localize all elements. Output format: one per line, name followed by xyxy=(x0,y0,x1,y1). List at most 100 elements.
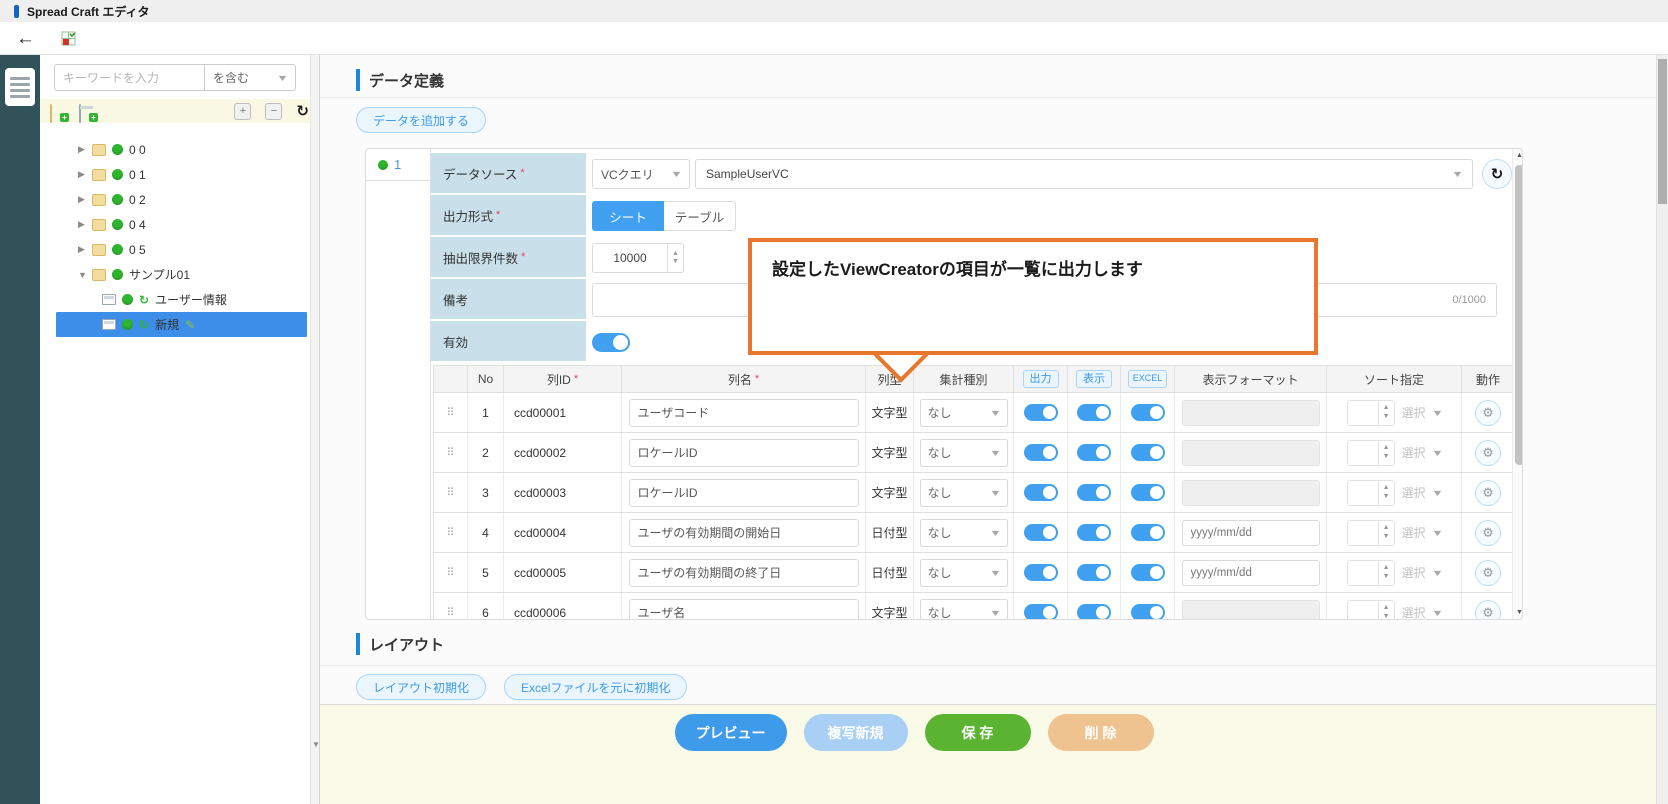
tree-item[interactable]: ↻ ユーザー情報 xyxy=(56,287,307,312)
drag-handle-icon[interactable]: ⠿ xyxy=(446,406,454,419)
col-name-input[interactable] xyxy=(629,439,859,467)
enabled-toggle[interactable] xyxy=(592,333,630,352)
spinner-icons[interactable]: ▲▼ xyxy=(1378,601,1394,621)
row-action-button[interactable]: ⚙ xyxy=(1475,600,1501,621)
spinner-icons[interactable]: ▲▼ xyxy=(1378,441,1394,465)
drag-handle-icon[interactable]: ⠿ xyxy=(446,526,454,539)
delete-button[interactable]: 削 除 xyxy=(1048,714,1154,751)
drag-handle-icon[interactable]: ⠿ xyxy=(446,566,454,579)
excel-toggle[interactable] xyxy=(1131,564,1165,581)
spinner-icons[interactable]: ▲▼ xyxy=(1378,521,1394,545)
display-toggle[interactable] xyxy=(1077,484,1111,501)
add-sheet-icon[interactable]: + xyxy=(79,105,94,118)
scroll-thumb[interactable] xyxy=(1658,59,1667,204)
display-toggle[interactable] xyxy=(1077,444,1111,461)
add-data-button[interactable]: データを追加する xyxy=(356,107,486,133)
drag-handle-icon[interactable]: ⠿ xyxy=(446,446,454,459)
sort-order-stepper[interactable]: ▲▼ xyxy=(1347,560,1395,586)
format-input[interactable] xyxy=(1182,520,1320,546)
sort-select[interactable]: 選択 xyxy=(1402,604,1426,620)
aggregate-select[interactable]: なし▼ xyxy=(920,599,1008,621)
sort-order-stepper[interactable]: ▲▼ xyxy=(1347,400,1395,426)
sort-order-stepper[interactable]: ▲▼ xyxy=(1347,600,1395,621)
excel-toggle[interactable] xyxy=(1131,604,1165,620)
aggregate-select[interactable]: なし▼ xyxy=(920,479,1008,507)
search-input[interactable] xyxy=(54,64,204,91)
spinner-icons[interactable]: ▲▼ xyxy=(1378,561,1394,585)
copy-new-button[interactable]: 複写新規 xyxy=(804,714,908,751)
tree-item[interactable]: ▶ 0 2 xyxy=(56,187,307,212)
excel-file-icon[interactable] xyxy=(61,31,76,46)
display-toggle[interactable] xyxy=(1077,604,1111,620)
scroll-down-icon[interactable]: ▼ xyxy=(1516,609,1523,616)
sort-order-stepper[interactable]: ▲▼ xyxy=(1347,440,1395,466)
output-toggle[interactable] xyxy=(1024,444,1058,461)
back-icon[interactable]: ← xyxy=(16,29,35,48)
row-action-button[interactable]: ⚙ xyxy=(1475,480,1501,506)
sort-select[interactable]: 選択 xyxy=(1402,444,1426,461)
sort-select[interactable]: 選択 xyxy=(1402,524,1426,541)
row-action-button[interactable]: ⚙ xyxy=(1475,440,1501,466)
scroll-down-icon[interactable]: ▼ xyxy=(312,740,320,749)
excel-toggle[interactable] xyxy=(1131,404,1165,421)
save-button[interactable]: 保 存 xyxy=(925,714,1031,751)
caret-down-icon[interactable]: ▼ xyxy=(78,270,86,280)
expand-all-button[interactable]: + xyxy=(234,103,251,120)
aggregate-select[interactable]: なし▼ xyxy=(920,439,1008,467)
output-table-button[interactable]: テーブル xyxy=(664,201,736,231)
caret-right-icon[interactable]: ▶ xyxy=(78,194,86,205)
datasource-type-select[interactable]: VCクエリ ▼ xyxy=(592,159,690,189)
sidebar-scrollbar[interactable]: ▼ xyxy=(310,55,319,804)
format-input[interactable] xyxy=(1182,560,1320,586)
sort-select[interactable]: 選択 xyxy=(1402,484,1426,501)
spinner-icons[interactable]: ▲▼ xyxy=(667,244,683,272)
preview-button[interactable]: プレビュー xyxy=(675,714,787,751)
excel-toggle[interactable] xyxy=(1131,484,1165,501)
row-action-button[interactable]: ⚙ xyxy=(1475,520,1501,546)
display-header-chip[interactable]: 表示 xyxy=(1076,370,1112,388)
caret-right-icon[interactable]: ▶ xyxy=(78,219,86,230)
data-tab-1[interactable]: 1 xyxy=(366,149,430,181)
layout-init-button[interactable]: レイアウト初期化 xyxy=(356,674,486,700)
drag-handle-icon[interactable]: ⠿ xyxy=(446,486,454,499)
tree-item[interactable]: ▶ 0 1 xyxy=(56,162,307,187)
aggregate-select[interactable]: なし▼ xyxy=(920,519,1008,547)
tree-refresh-icon[interactable]: ↻ xyxy=(296,104,309,119)
scroll-up-icon[interactable]: ▲ xyxy=(1516,152,1523,159)
output-toggle[interactable] xyxy=(1024,564,1058,581)
aggregate-select[interactable]: なし▼ xyxy=(920,399,1008,427)
row-action-button[interactable]: ⚙ xyxy=(1475,400,1501,426)
datasource-refresh-button[interactable]: ↻ xyxy=(1482,159,1512,189)
sort-order-stepper[interactable]: ▲▼ xyxy=(1347,480,1395,506)
tree-item[interactable]: ▼ サンプル01 xyxy=(56,262,307,287)
output-sheet-button[interactable]: シート xyxy=(592,201,664,231)
tree-item[interactable]: ▶ 0 5 xyxy=(56,237,307,262)
col-name-input[interactable] xyxy=(629,519,859,547)
search-filter-select[interactable]: を含む ▼ xyxy=(204,64,296,91)
collapse-all-button[interactable]: − xyxy=(265,103,282,120)
excel-toggle[interactable] xyxy=(1131,524,1165,541)
add-folder-icon[interactable]: + xyxy=(50,105,65,118)
display-toggle[interactable] xyxy=(1077,564,1111,581)
output-toggle[interactable] xyxy=(1024,404,1058,421)
col-name-input[interactable] xyxy=(629,479,859,507)
display-toggle[interactable] xyxy=(1077,404,1111,421)
excel-init-button[interactable]: Excelファイルを元に初期化 xyxy=(504,674,687,700)
aggregate-select[interactable]: なし▼ xyxy=(920,559,1008,587)
limit-stepper[interactable]: 10000 ▲▼ xyxy=(592,243,684,273)
caret-right-icon[interactable]: ▶ xyxy=(78,144,86,155)
scroll-thumb[interactable] xyxy=(1515,165,1523,465)
spinner-icons[interactable]: ▲▼ xyxy=(1378,401,1394,425)
sort-select[interactable]: 選択 xyxy=(1402,404,1426,421)
datasource-combobox[interactable]: SampleUserVC ▼ xyxy=(695,159,1473,189)
excel-toggle[interactable] xyxy=(1131,444,1165,461)
caret-right-icon[interactable]: ▶ xyxy=(78,244,86,255)
sort-select[interactable]: 選択 xyxy=(1402,564,1426,581)
col-name-input[interactable] xyxy=(629,399,859,427)
output-toggle[interactable] xyxy=(1024,524,1058,541)
menu-icon[interactable] xyxy=(5,68,35,106)
tree-item[interactable]: ▶ 0 0 xyxy=(56,137,307,162)
card-scrollbar[interactable]: ▲ ▼ xyxy=(1512,149,1523,619)
spinner-icons[interactable]: ▲▼ xyxy=(1378,481,1394,505)
drag-handle-icon[interactable]: ⠿ xyxy=(446,606,454,619)
